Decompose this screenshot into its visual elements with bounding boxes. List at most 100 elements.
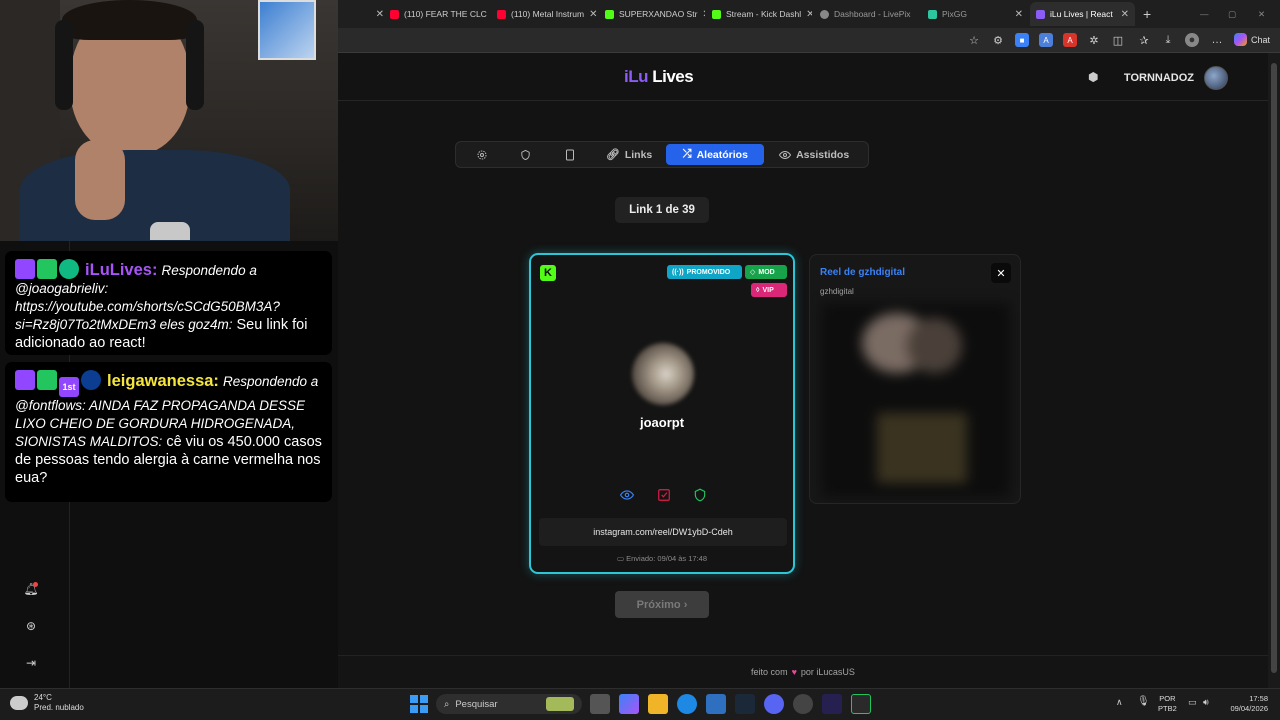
- eye-icon[interactable]: [620, 488, 634, 502]
- windows-start-icon[interactable]: [410, 695, 428, 713]
- network-icon[interactable]: ▭: [1188, 697, 1197, 708]
- app2-icon[interactable]: [851, 694, 871, 714]
- puzzle-icon[interactable]: ✲: [1087, 33, 1101, 47]
- profile-icon[interactable]: ●: [1185, 33, 1199, 47]
- logout-icon[interactable]: ⇥: [23, 655, 39, 671]
- tab-label: Stream - Kick Dashl: [726, 9, 802, 19]
- sent-info: ▭ Enviado: 09/04 às 17:48: [531, 554, 793, 563]
- copilot-chat-button[interactable]: Chat: [1234, 33, 1270, 46]
- tab-label: iLu Lives | React: [1050, 9, 1113, 19]
- download-icon[interactable]: ⤓: [1161, 33, 1175, 47]
- close-window-icon[interactable]: ✕: [1258, 4, 1270, 24]
- edge-icon[interactable]: [677, 694, 697, 714]
- scrollbar-thumb[interactable]: [1271, 63, 1277, 673]
- cloud-icon: [10, 696, 28, 710]
- time: 17:58: [1249, 694, 1268, 703]
- check-square-icon[interactable]: [657, 488, 671, 502]
- shield-icon[interactable]: [693, 488, 707, 502]
- tab-assistidos[interactable]: Assistidos: [764, 144, 864, 165]
- weather-temp: 24°C: [34, 693, 52, 702]
- microphone: [150, 222, 190, 240]
- task-view-icon[interactable]: [590, 694, 610, 714]
- hand: [75, 140, 125, 220]
- next-button[interactable]: Próximo ›: [615, 591, 709, 618]
- footer: feito com ♥ por iLucasUS: [338, 655, 1268, 688]
- tab-device[interactable]: [548, 144, 592, 165]
- taskbar-search[interactable]: ⌕ Pesquisar: [436, 694, 582, 714]
- scrollbar[interactable]: [1268, 53, 1280, 688]
- close-icon[interactable]: ✕: [806, 9, 812, 20]
- browser-tab[interactable]: SUPERXANDAO Str ✕: [605, 4, 705, 24]
- volume-icon[interactable]: 🔊︎: [1203, 697, 1209, 708]
- translate-icon[interactable]: A: [1039, 33, 1053, 47]
- browser-tab[interactable]: (110) Metal Instrum ✕: [497, 4, 597, 24]
- link-card[interactable]: K ((·)) PROMOVIDO ◇ MOD ◊ VIP joaorpt insta…: [529, 253, 795, 574]
- extension-icon[interactable]: ⚙: [991, 33, 1005, 47]
- sword-icon: [37, 259, 57, 279]
- close-icon[interactable]: ✕: [589, 9, 597, 20]
- nav-tabs: 🔗︎ Links ⤮ Aleatórios Assistidos: [455, 141, 869, 168]
- tab-label: Dashboard - LivePix: [834, 9, 911, 19]
- user-menu[interactable]: TORNNADOZ: [1124, 66, 1228, 90]
- link-url[interactable]: instagram.com/reel/DW1ybD-Cdeh: [539, 518, 787, 546]
- adobe-icon[interactable]: A: [1063, 33, 1077, 47]
- footer-text: feito com: [751, 667, 788, 677]
- steam-icon[interactable]: [735, 694, 755, 714]
- gift-icon[interactable]: ⬢: [1088, 70, 1102, 84]
- close-preview-button[interactable]: ✕: [991, 263, 1011, 283]
- clock[interactable]: 17:58 09/04/2026: [1222, 694, 1268, 714]
- store-icon[interactable]: [706, 694, 726, 714]
- headphone-left: [55, 20, 73, 110]
- minimize-icon[interactable]: —: [1200, 4, 1212, 24]
- tab-aleatorios[interactable]: ⤮ Aleatórios: [666, 144, 765, 165]
- tab-close-icon[interactable]: ✕: [370, 4, 384, 24]
- tab-links[interactable]: 🔗︎ Links: [592, 144, 667, 165]
- vip-badge: ◊ VIP: [751, 283, 787, 297]
- tab-moderation[interactable]: [504, 144, 548, 165]
- obs-icon[interactable]: [793, 694, 813, 714]
- star-icon[interactable]: ☆: [967, 33, 981, 47]
- browser-tab[interactable]: (110) FEAR THE CLC ✕: [390, 4, 490, 24]
- app-logo[interactable]: iLu Lives: [624, 67, 694, 87]
- chat-username: iLuLives:: [85, 261, 158, 279]
- browser-tab-active[interactable]: iLu Lives | React ✕: [1030, 2, 1135, 26]
- preview-card: Reel de gzhdigital gzhdigital ✕: [809, 254, 1021, 504]
- app-icon[interactable]: [822, 694, 842, 714]
- hair: [62, 0, 197, 40]
- more-icon[interactable]: …: [1210, 33, 1224, 47]
- preview-title[interactable]: Reel de gzhdigital: [820, 267, 905, 278]
- close-icon[interactable]: ✕: [1015, 9, 1023, 20]
- copilot-icon: [1234, 33, 1247, 46]
- explorer-icon[interactable]: [648, 694, 668, 714]
- help-icon[interactable]: ⊛: [23, 618, 39, 634]
- maximize-icon[interactable]: ▢: [1228, 4, 1240, 24]
- tab-label: Assistidos: [796, 148, 850, 161]
- discord-icon[interactable]: [764, 694, 784, 714]
- tab-label: Aleatórios: [696, 148, 748, 161]
- avatar: [1204, 66, 1228, 90]
- user-avatar: [632, 343, 694, 405]
- browser-tab[interactable]: Dashboard - LivePix: [820, 4, 920, 24]
- tab-settings[interactable]: [460, 144, 504, 165]
- close-icon[interactable]: ✕: [1121, 9, 1129, 20]
- lang-code: POR: [1159, 694, 1176, 703]
- browser-tab[interactable]: Stream - Kick Dashl ✕: [712, 4, 812, 24]
- language-indicator[interactable]: POR PTB2: [1158, 694, 1177, 714]
- split-screen-icon[interactable]: ◫: [1111, 33, 1125, 47]
- broadcast-icon: ((·)): [672, 268, 684, 276]
- chevron-up-icon[interactable]: ∧: [1116, 697, 1123, 708]
- close-icon[interactable]: ✕: [702, 9, 705, 20]
- microphone-icon[interactable]: 🎙︎: [1137, 696, 1150, 707]
- eye-icon: [779, 150, 792, 159]
- weather-widget[interactable]: 24°C Pred. nublado: [10, 693, 84, 713]
- new-tab-icon[interactable]: +: [1143, 4, 1157, 24]
- preview-thumbnail: [822, 303, 1010, 497]
- favorites-icon[interactable]: ✰: [1137, 33, 1151, 47]
- poster: [258, 0, 316, 60]
- date: 09/04/2026: [1230, 704, 1268, 713]
- copilot-taskbar-icon[interactable]: [619, 694, 639, 714]
- shield-extension-icon[interactable]: ■: [1015, 33, 1029, 47]
- user-name: TORNNADOZ: [1123, 72, 1194, 84]
- browser-tab[interactable]: PixGG ✕: [928, 4, 1023, 24]
- footer-author: por iLucasUS: [800, 667, 855, 677]
